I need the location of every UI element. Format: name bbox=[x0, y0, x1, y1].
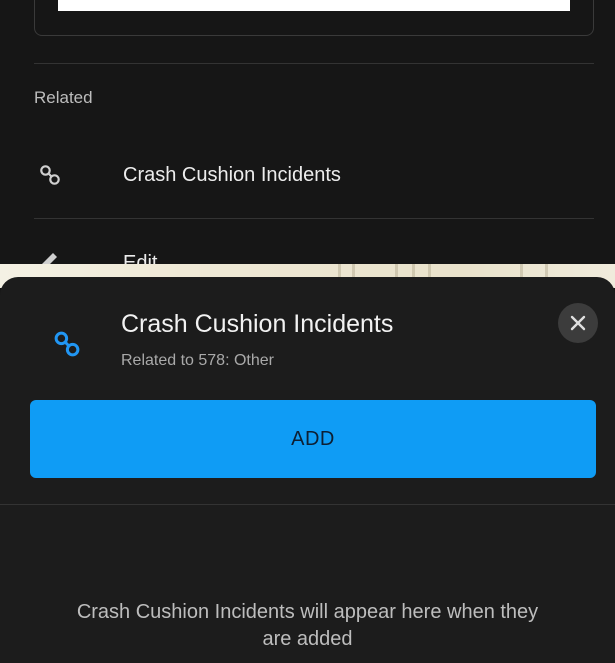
close-icon bbox=[570, 315, 586, 331]
link-icon bbox=[40, 165, 60, 185]
bottom-sheet: Crash Cushion Incidents Related to 578: … bbox=[0, 277, 615, 663]
related-row-label: Crash Cushion Incidents bbox=[123, 164, 341, 186]
sheet-title: Crash Cushion Incidents bbox=[121, 310, 394, 338]
sheet-subtitle: Related to 578: Other bbox=[121, 352, 274, 369]
divider bbox=[34, 218, 594, 219]
add-button[interactable]: ADD bbox=[30, 400, 596, 478]
link-icon bbox=[54, 331, 80, 357]
related-section-label: Related bbox=[34, 88, 93, 107]
divider bbox=[34, 63, 594, 64]
empty-state-message: Crash Cushion Incidents will appear here… bbox=[76, 601, 539, 650]
sheet-divider bbox=[0, 504, 615, 505]
related-row-crash-cushion-incidents[interactable]: Crash Cushion Incidents bbox=[34, 145, 594, 205]
background-card-content bbox=[58, 0, 570, 11]
close-button[interactable] bbox=[558, 303, 598, 343]
